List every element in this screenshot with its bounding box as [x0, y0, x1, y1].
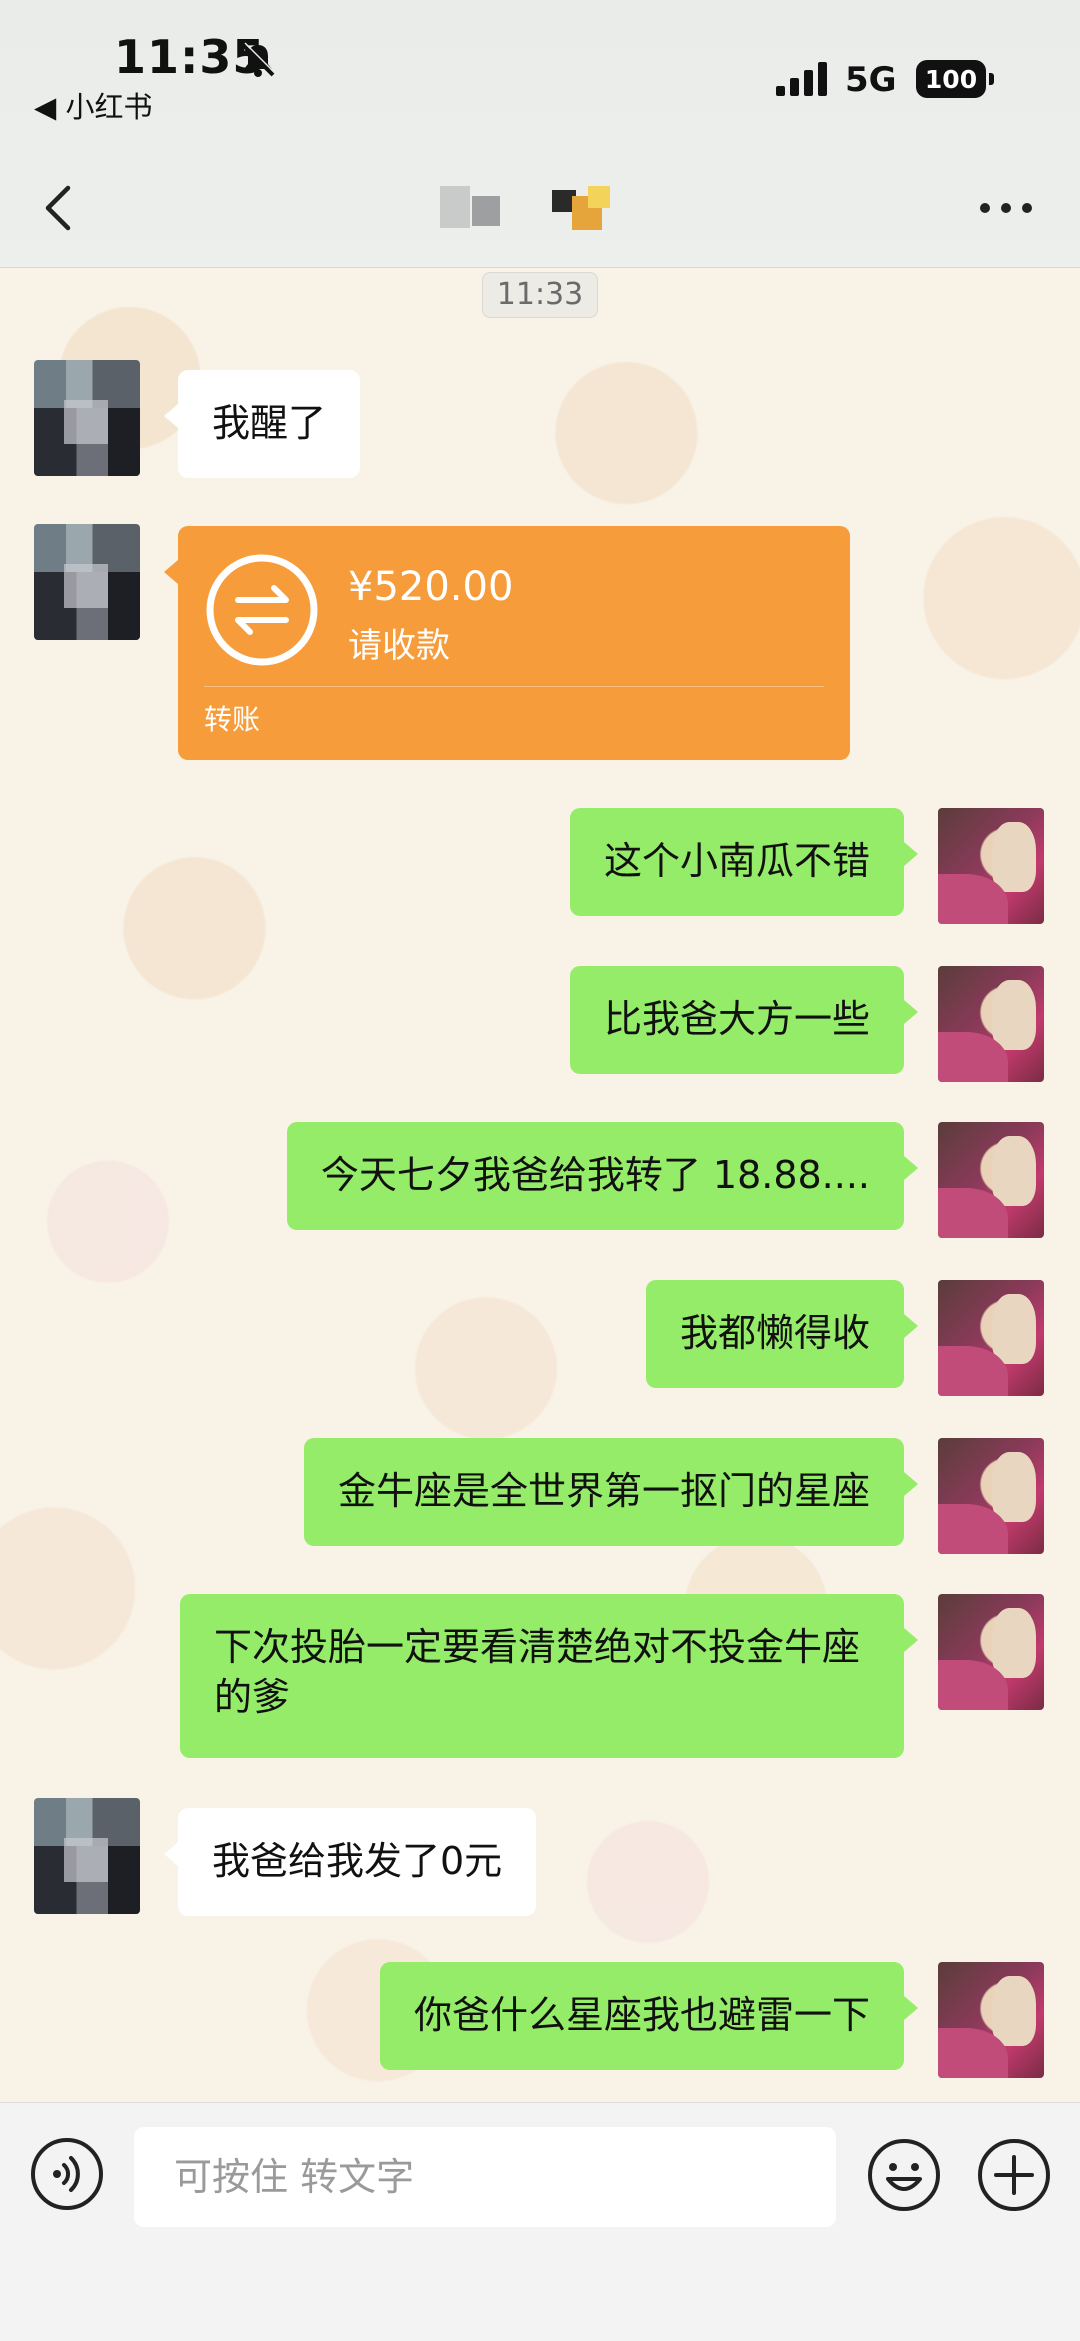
- bell-muted-icon: [241, 42, 276, 77]
- back-to-app-link[interactable]: ◀ 小红书: [34, 84, 153, 126]
- chat-timestamp: 11:33: [482, 272, 598, 318]
- message-bubble-right[interactable]: 金牛座是全世界第一抠门的星座: [303, 1438, 919, 1546]
- avatar-self[interactable]: [938, 1280, 1044, 1396]
- transfer-arrows-icon: [206, 554, 318, 666]
- voice-icon[interactable]: [30, 2137, 104, 2211]
- transfer-label: 转账: [204, 703, 261, 736]
- avatar-self[interactable]: [938, 1438, 1044, 1554]
- avatar-self[interactable]: [938, 1962, 1044, 2078]
- message-bubble-right[interactable]: 比我爸大方一些: [569, 966, 919, 1074]
- avatar-self[interactable]: [938, 1122, 1044, 1238]
- avatar-contact[interactable]: [34, 360, 140, 476]
- message-bubble-right[interactable]: 今天七夕我爸给我转了 18.88....: [286, 1122, 919, 1230]
- avatar-contact[interactable]: [34, 524, 140, 640]
- more-options-icon[interactable]: [980, 198, 1032, 218]
- signal-icon: [776, 62, 827, 96]
- avatar-self[interactable]: [938, 966, 1044, 1082]
- transfer-divider: [204, 686, 824, 687]
- transfer-card[interactable]: ¥520.00 请收款 转账: [164, 526, 850, 760]
- transfer-status: 请收款: [348, 626, 450, 666]
- emoji-icon[interactable]: [866, 2137, 942, 2213]
- avatar-self[interactable]: [938, 1594, 1044, 1710]
- chat-title-redacted: [440, 186, 640, 236]
- message-bubble-right[interactable]: 我都懒得收: [645, 1280, 919, 1388]
- battery-indicator: 100: [916, 60, 994, 98]
- input-bar: [0, 2102, 1080, 2341]
- message-input[interactable]: [134, 2127, 836, 2227]
- network-type: 5G: [845, 60, 897, 100]
- message-bubble-right[interactable]: 你爸什么星座我也避雷一下: [379, 1962, 919, 2070]
- avatar-self[interactable]: [938, 808, 1044, 924]
- chat-area[interactable]: 11:33 我醒了 ¥520.00 请收款 转账 这个小南瓜不错 比我爸大方一些…: [0, 268, 1080, 2102]
- message-bubble-left[interactable]: 我爸给我发了0元: [163, 1808, 537, 1916]
- back-chevron-icon[interactable]: [40, 184, 76, 232]
- message-bubble-right[interactable]: 这个小南瓜不错: [569, 808, 919, 916]
- message-bubble-right[interactable]: 下次投胎一定要看清楚绝对不投金牛座的爹: [180, 1594, 918, 1758]
- top-bar: 11:35 ◀ 小红书 5G 100: [0, 0, 1080, 268]
- avatar-contact[interactable]: [34, 1798, 140, 1914]
- transfer-amount: ¥520.00: [348, 564, 514, 610]
- message-bubble-left[interactable]: 我醒了: [163, 370, 361, 478]
- plus-icon[interactable]: [976, 2137, 1052, 2213]
